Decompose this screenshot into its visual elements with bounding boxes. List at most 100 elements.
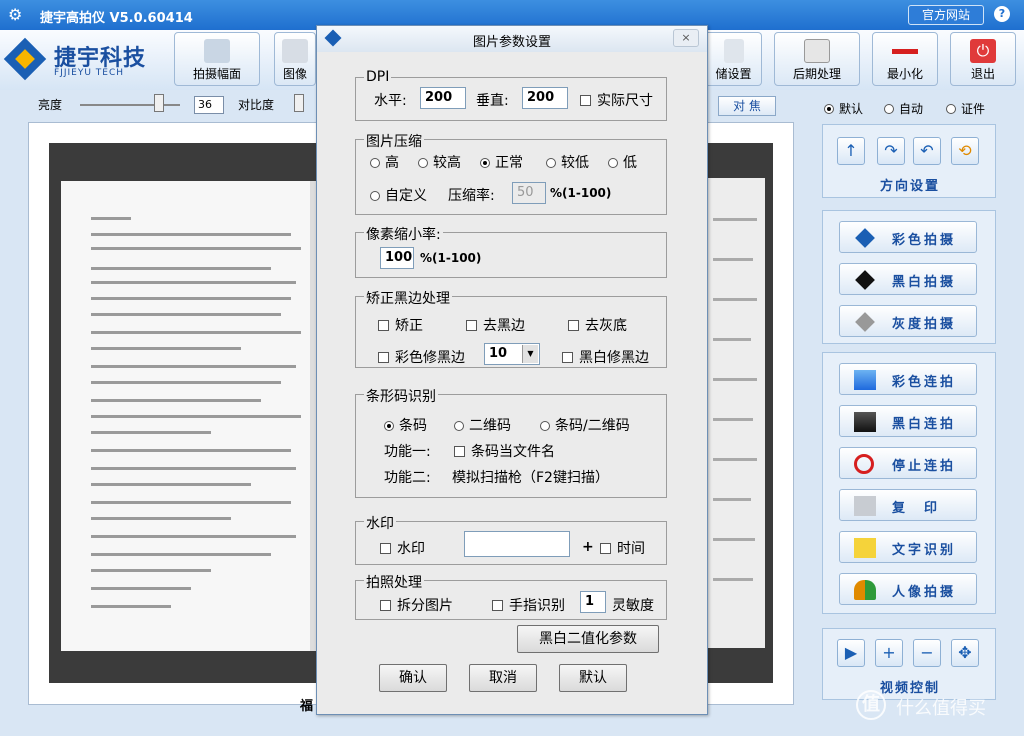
- logo-sub: FJJIEYU TECH: [54, 68, 125, 78]
- ocr-button[interactable]: 文字识别: [839, 531, 977, 563]
- post-process-button[interactable]: 后期处理: [774, 32, 860, 86]
- bw-params-button[interactable]: 黑白二值化参数: [517, 625, 659, 653]
- dpi-v-input[interactable]: 200: [522, 87, 568, 109]
- minimize-icon: [892, 39, 918, 63]
- copy-button[interactable]: 复 印: [839, 489, 977, 521]
- watermark-checkbox[interactable]: 水印: [380, 538, 425, 558]
- remove-black-label: 去黑边: [483, 318, 525, 334]
- bw-fix-checkbox[interactable]: 黑白修黑边: [562, 347, 649, 367]
- finger-detect-checkbox[interactable]: 手指识别: [492, 595, 565, 615]
- color-continuous-button[interactable]: 彩色连拍: [839, 363, 977, 395]
- right-panel: ↑ ↷ ↶ ⟲ 方向设置 彩色拍摄 黑白拍摄 灰度拍摄 彩色连拍 黑白连拍 停止…: [812, 96, 1024, 736]
- checkbox-icon: [378, 352, 389, 363]
- radio-icon: [480, 158, 490, 168]
- checkbox-icon: [378, 320, 389, 331]
- compress-rate-input[interactable]: 50: [512, 182, 546, 204]
- portrait-label: 人像拍摄: [892, 585, 957, 600]
- bw-capture-label: 黑白拍摄: [892, 275, 957, 290]
- auto-rotate-icon[interactable]: ⟲: [951, 137, 979, 165]
- bw-capture-button[interactable]: 黑白拍摄: [839, 263, 977, 295]
- watermark-group: 水印 水印 + 时间: [355, 513, 667, 565]
- capture-format-label: 拍摄幅面: [192, 67, 241, 81]
- storage-settings-button[interactable]: 储设置: [706, 32, 762, 86]
- ok-button[interactable]: 确认: [379, 664, 447, 692]
- continuous-group: 彩色连拍 黑白连拍 停止连拍 复 印 文字识别 人像拍摄: [822, 352, 996, 614]
- func1-label: 功能一:: [384, 444, 431, 460]
- deskew-checkbox[interactable]: 矫正: [378, 315, 423, 335]
- split-image-checkbox[interactable]: 拆分图片: [380, 595, 453, 615]
- stop-continuous-label: 停止连拍: [892, 459, 957, 474]
- brightness-slider[interactable]: [80, 104, 180, 106]
- compress-high[interactable]: 高: [370, 152, 399, 172]
- dpi-legend: DPI: [364, 69, 392, 85]
- compress-high-label: 高: [385, 155, 399, 171]
- compress-custom[interactable]: 自定义: [370, 185, 427, 205]
- qrcode-option[interactable]: 二维码: [454, 415, 511, 435]
- correct-group: 矫正黑边处理 矫正 去黑边 去灰底 彩色修黑边 10 ▼ 黑白修黑边: [355, 288, 667, 368]
- fit-screen-icon[interactable]: ✥: [951, 639, 979, 667]
- radio-icon: [370, 191, 380, 201]
- watermark-text-input[interactable]: [464, 531, 570, 557]
- contrast-label: 对比度: [238, 98, 275, 112]
- video-camera-icon[interactable]: ▶: [837, 639, 865, 667]
- rotate-right-icon[interactable]: ↷: [877, 137, 905, 165]
- gear-icon[interactable]: ⚙: [8, 5, 22, 24]
- stop-continuous-button[interactable]: 停止连拍: [839, 447, 977, 479]
- color-fix-checkbox[interactable]: 彩色修黑边: [378, 347, 465, 367]
- photo-legend: 拍照处理: [364, 572, 424, 592]
- orientation-title: 方向设置: [879, 179, 940, 194]
- watermark-time-checkbox[interactable]: 时间: [600, 538, 645, 558]
- image-settings-label: 图像: [282, 67, 307, 81]
- watermark-logo-icon: 值: [856, 690, 886, 720]
- gray-capture-button[interactable]: 灰度拍摄: [839, 305, 977, 337]
- help-icon[interactable]: ?: [994, 6, 1010, 22]
- official-site-button[interactable]: 官方网站: [908, 5, 984, 25]
- document-icon: [804, 39, 830, 63]
- capture-format-button[interactable]: 拍摄幅面: [174, 32, 260, 86]
- checkbox-icon: [380, 543, 391, 554]
- correct-legend: 矫正黑边处理: [364, 288, 452, 308]
- cancel-button[interactable]: 取消: [469, 664, 537, 692]
- rotate-up-icon[interactable]: ↑: [837, 137, 865, 165]
- remove-gray-checkbox[interactable]: 去灰底: [568, 315, 627, 335]
- compress-normal[interactable]: 正常: [480, 152, 523, 172]
- scale-input[interactable]: 100: [380, 247, 414, 269]
- brightness-value[interactable]: 36: [194, 96, 224, 114]
- bw-photo-icon: [854, 412, 876, 432]
- exit-button[interactable]: ⏻ 退出: [950, 32, 1016, 86]
- scale-group: 像素缩小率: 100 %(1-100): [355, 224, 667, 278]
- dpi-h-label: 水平:: [374, 93, 407, 109]
- zoom-in-icon[interactable]: +: [875, 639, 903, 667]
- barcode-option[interactable]: 条码: [384, 415, 427, 435]
- minimize-button[interactable]: 最小化: [872, 32, 938, 86]
- remove-gray-label: 去灰底: [585, 318, 627, 334]
- capture-group: 彩色拍摄 黑白拍摄 灰度拍摄: [822, 210, 996, 344]
- actual-size-checkbox[interactable]: 实际尺寸: [580, 90, 653, 110]
- portrait-button[interactable]: 人像拍摄: [839, 573, 977, 605]
- brightness-slider-thumb[interactable]: [154, 94, 164, 112]
- color-capture-label: 彩色拍摄: [892, 233, 957, 248]
- default-button[interactable]: 默认: [559, 664, 627, 692]
- checkbox-icon: [492, 600, 503, 611]
- sensitivity-input[interactable]: 1: [580, 591, 606, 613]
- zoom-out-icon[interactable]: −: [913, 639, 941, 667]
- color-fix-select[interactable]: 10 ▼: [484, 343, 540, 365]
- barcode-filename-checkbox[interactable]: 条码当文件名: [454, 441, 555, 461]
- compress-higher[interactable]: 较高: [418, 152, 461, 172]
- document-page-right: [705, 178, 765, 648]
- compress-group: 图片压缩 高 较高 正常 较低 低 自定义 压缩率: 50 %(1-100): [355, 131, 667, 215]
- contrast-slider-thumb[interactable]: [294, 94, 304, 112]
- remove-black-checkbox[interactable]: 去黑边: [466, 315, 525, 335]
- barcode-qrcode-option[interactable]: 条码/二维码: [540, 415, 630, 435]
- image-settings-button[interactable]: 图像: [274, 32, 316, 86]
- compress-lower[interactable]: 较低: [546, 152, 589, 172]
- pen-icon: [723, 39, 744, 63]
- compress-low[interactable]: 低: [608, 152, 637, 172]
- dialog-close-button[interactable]: ×: [673, 29, 699, 47]
- power-icon: ⏻: [970, 39, 996, 63]
- focus-button[interactable]: 对 焦: [718, 96, 776, 116]
- bw-continuous-button[interactable]: 黑白连拍: [839, 405, 977, 437]
- dpi-h-input[interactable]: 200: [420, 87, 466, 109]
- color-capture-button[interactable]: 彩色拍摄: [839, 221, 977, 253]
- rotate-left-icon[interactable]: ↶: [913, 137, 941, 165]
